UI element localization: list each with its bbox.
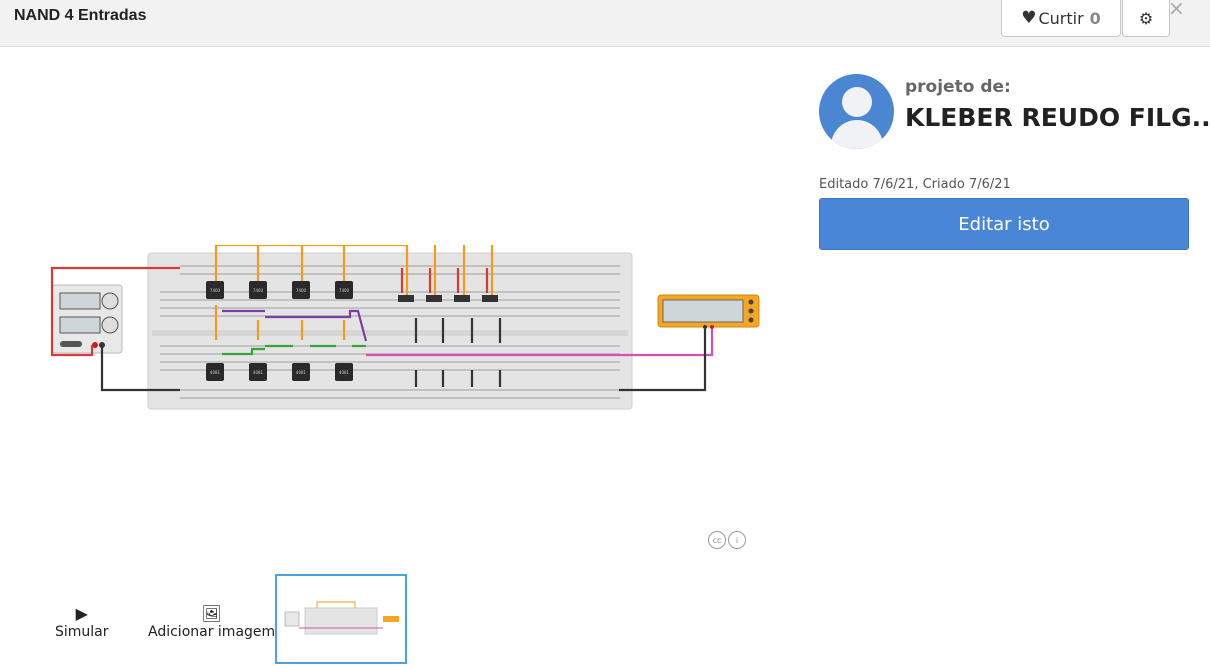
avatar[interactable]	[819, 74, 894, 149]
simulate-button[interactable]: ▶ Simular	[55, 604, 109, 640]
play-icon: ▶	[75, 604, 88, 623]
cc-icon: cc	[708, 531, 726, 549]
add-image-button[interactable]: 🖼 Adicionar imagem	[148, 604, 275, 640]
like-label: Curtir	[1038, 8, 1084, 28]
circuit-thumbnail[interactable]	[275, 574, 407, 664]
project-dates: Editado 7/6/21, Criado 7/6/21	[819, 177, 1011, 192]
close-icon[interactable]: ×	[1168, 0, 1185, 20]
license-icons: cc i	[708, 531, 746, 549]
ic-label: 7400	[296, 288, 307, 293]
author-name[interactable]: KLEBER REUDO FILG...	[905, 103, 1210, 132]
top-bar: NAND 4 Entradas ♥ Curtir 0 ⚙ ×	[0, 0, 1210, 47]
multimeter[interactable]	[657, 294, 760, 329]
ic-label: 4081	[210, 370, 221, 375]
like-button[interactable]: ♥ Curtir 0	[1001, 0, 1121, 37]
ic-label: 4081	[253, 370, 264, 375]
thumbnail-preview	[284, 601, 399, 635]
avatar-head	[842, 87, 872, 117]
avatar-body	[831, 120, 883, 149]
settings-button[interactable]: ⚙	[1122, 0, 1170, 37]
page-title: NAND 4 Entradas	[14, 7, 147, 24]
heart-icon: ♥	[1021, 8, 1037, 28]
by-icon: i	[728, 531, 746, 549]
circuit-drawing: 7400 7400 7400 7400 4081 4081 4081 4081	[50, 225, 760, 410]
project-by-label: projeto de:	[905, 77, 1011, 97]
power-supply[interactable]	[51, 284, 123, 354]
breadboard[interactable]	[147, 252, 633, 410]
ic-label: 7400	[339, 288, 350, 293]
add-image-label: Adicionar imagem	[148, 624, 276, 640]
ic-label: 7400	[253, 288, 264, 293]
like-count: 0	[1089, 8, 1101, 28]
gear-icon: ⚙	[1138, 8, 1154, 28]
ic-label: 7400	[210, 288, 221, 293]
simulate-label: Simular	[55, 624, 109, 640]
ic-label: 4081	[339, 370, 350, 375]
ic-label: 4081	[296, 370, 307, 375]
circuit-canvas[interactable]: 7400 7400 7400 7400 4081 4081 4081 4081	[40, 225, 770, 420]
edit-button[interactable]: Editar isto	[819, 198, 1189, 250]
image-icon: 🖼	[201, 604, 222, 623]
